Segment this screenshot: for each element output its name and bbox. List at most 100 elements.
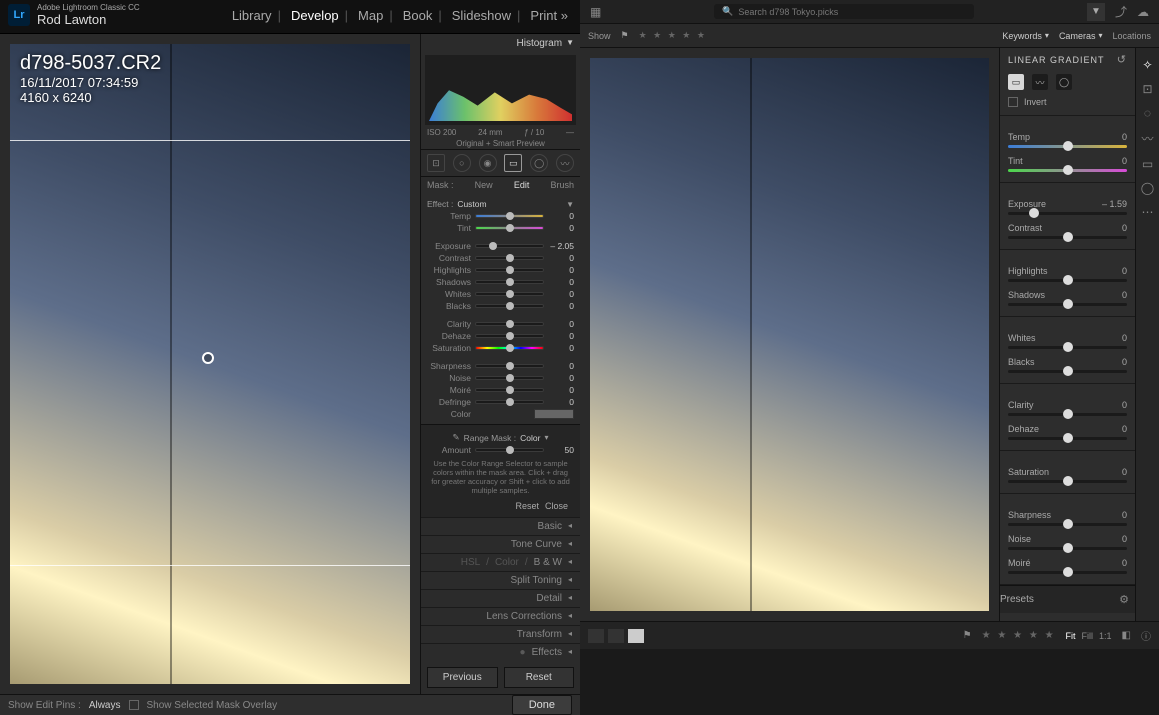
detail-view-icon[interactable] [628,629,644,643]
grid-view-icon[interactable] [588,629,604,643]
slider-contrast[interactable]: Contrast0 [427,253,574,263]
panel-split-toning[interactable]: Split Toning◂ [421,571,580,589]
compare-icon[interactable]: ◧ [1122,630,1131,641]
range-mask-reset[interactable]: Reset [515,501,539,511]
edit-sliders-icon[interactable]: ✧ [1142,58,1152,72]
lrcc-canvas[interactable] [580,48,999,621]
radial-filter-icon[interactable]: ◯ [530,154,548,172]
presets-bar[interactable]: Presets ⚙ [1000,585,1135,613]
info-icon[interactable]: ⓘ [1141,628,1151,643]
done-button[interactable]: Done [512,695,572,715]
linear-gradient-icon[interactable]: ▭ [1142,157,1153,171]
star-filter[interactable]: ★ ★ ★ ★ ★ [639,30,707,41]
filter-toggle-icon[interactable]: ▼ [1087,3,1105,21]
lrc-canvas[interactable]: d798-5037.CR2 16/11/2017 07:34:59 4160 x… [0,34,420,694]
slider-highlights[interactable]: Highlights0 [427,265,574,275]
crop-icon[interactable]: ⊡ [1142,82,1152,96]
keywords-dropdown[interactable]: Keywords [1002,31,1049,41]
slider-shadows[interactable]: Shadows0 [427,277,574,287]
zoom-fill[interactable]: Fill [1082,631,1094,641]
brush-tool-icon[interactable]: 〰 [1032,74,1048,90]
square-grid-icon[interactable] [608,629,624,643]
brush-icon[interactable]: 〰 [1141,130,1153,147]
slider-tint[interactable]: Tint0 [427,223,574,233]
spot-tool-icon[interactable]: ○ [453,154,471,172]
cc-slider-noise[interactable]: Noise0 [1008,534,1127,550]
effect-value[interactable]: Custom [457,199,486,209]
radial-gradient-tool-icon[interactable]: ◯ [1056,74,1072,90]
range-mask-mode[interactable]: Color [520,433,540,443]
slider-temp[interactable]: Temp0 [427,211,574,221]
reset-button[interactable]: Reset [504,667,575,688]
cloud-icon[interactable]: ☁ [1137,5,1149,19]
cc-slider-shadows[interactable]: Shadows0 [1008,290,1127,306]
cc-slider-sharpness[interactable]: Sharpness0 [1008,510,1127,526]
module-library[interactable]: Library [228,8,285,23]
panel-transform[interactable]: Transform◂ [421,625,580,643]
slider-moire[interactable]: Moiré0 [427,385,574,395]
effect-menu-icon[interactable]: ▼ [566,200,574,209]
tab-new[interactable]: New [475,180,493,190]
radial-gradient-icon[interactable]: ◯ [1141,181,1154,195]
eyedropper-icon[interactable]: ✎ [453,432,460,443]
my-photos-icon[interactable]: ▦ [590,5,601,19]
chevron-down-icon[interactable]: ▾ [544,433,548,442]
cc-slider-saturation[interactable]: Saturation0 [1008,467,1127,483]
panel-effects[interactable]: ●Effects◂ [421,643,580,661]
color-swatch[interactable] [534,409,574,419]
healing-icon[interactable]: ◌ [1144,106,1151,120]
slider-sharpness[interactable]: Sharpness0 [427,361,574,371]
slider-clarity[interactable]: Clarity0 [427,319,574,329]
cc-slider-moire[interactable]: Moiré0 [1008,558,1127,574]
rating-stars[interactable]: ★ ★ ★ ★ ★ [982,630,1056,641]
overlay-checkbox[interactable] [129,700,139,710]
slider-defringe[interactable]: Defringe0 [427,397,574,407]
brush-tool-icon[interactable]: 〰 [556,154,574,172]
histogram[interactable] [425,55,576,125]
module-develop[interactable]: Develop [287,8,352,23]
gear-icon[interactable]: ⚙ [1119,593,1135,606]
locations-dropdown[interactable]: Locations [1112,31,1151,41]
cc-slider-highlights[interactable]: Highlights0 [1008,266,1127,282]
slider-whites[interactable]: Whites0 [427,289,574,299]
zoom-fit[interactable]: Fit [1066,631,1076,641]
invert-checkbox[interactable] [1008,97,1018,107]
tab-brush[interactable]: Brush [550,180,574,190]
range-mask-close[interactable]: Close [545,501,568,511]
linear-gradient-tool-icon[interactable]: ▭ [1008,74,1024,90]
cc-slider-clarity[interactable]: Clarity0 [1008,400,1127,416]
search-input[interactable]: 🔍 Search d798 Tokyo.picks [714,4,974,19]
module-print[interactable]: Print » [526,8,572,23]
cc-slider-contrast[interactable]: Contrast0 [1008,223,1127,239]
slider-noise[interactable]: Noise0 [427,373,574,383]
undo-icon[interactable]: ↺ [1117,53,1127,66]
panel-lens-corrections[interactable]: Lens Corrections◂ [421,607,580,625]
previous-button[interactable]: Previous [427,667,498,688]
cc-slider-tint[interactable]: Tint0 [1008,156,1127,172]
cc-slider-temp[interactable]: Temp0 [1008,132,1127,148]
cc-slider-dehaze[interactable]: Dehaze0 [1008,424,1127,440]
more-icon[interactable]: ⋯ [1142,205,1154,219]
tab-edit[interactable]: Edit [514,180,530,190]
invert-row[interactable]: Invert [1000,93,1135,116]
slider-dehaze[interactable]: Dehaze0 [427,331,574,341]
panel-hsl[interactable]: HSL/Color/B & W◂ [421,553,580,571]
module-book[interactable]: Book [399,8,446,23]
slider-amount[interactable]: Amount50 [427,445,574,455]
flag-icon[interactable]: ⚑ [963,630,972,641]
slider-exposure[interactable]: Exposure– 2.05 [427,241,574,251]
histogram-header[interactable]: Histogram▼ [421,34,580,53]
crop-tool-icon[interactable]: ⊡ [427,154,445,172]
show-edit-pins-value[interactable]: Always [89,700,121,711]
panel-tone-curve[interactable]: Tone Curve◂ [421,535,580,553]
panel-basic[interactable]: Basic◂ [421,517,580,535]
slider-color[interactable]: Color [427,409,574,419]
cc-slider-exposure[interactable]: Exposure– 1.59 [1008,199,1127,215]
flag-filter-icon[interactable]: ⚑ [621,30,629,41]
panel-detail[interactable]: Detail◂ [421,589,580,607]
cc-slider-whites[interactable]: Whites0 [1008,333,1127,349]
slider-blacks[interactable]: Blacks0 [427,301,574,311]
module-slideshow[interactable]: Slideshow [448,8,525,23]
cc-slider-blacks[interactable]: Blacks0 [1008,357,1127,373]
redeye-tool-icon[interactable]: ◉ [479,154,497,172]
